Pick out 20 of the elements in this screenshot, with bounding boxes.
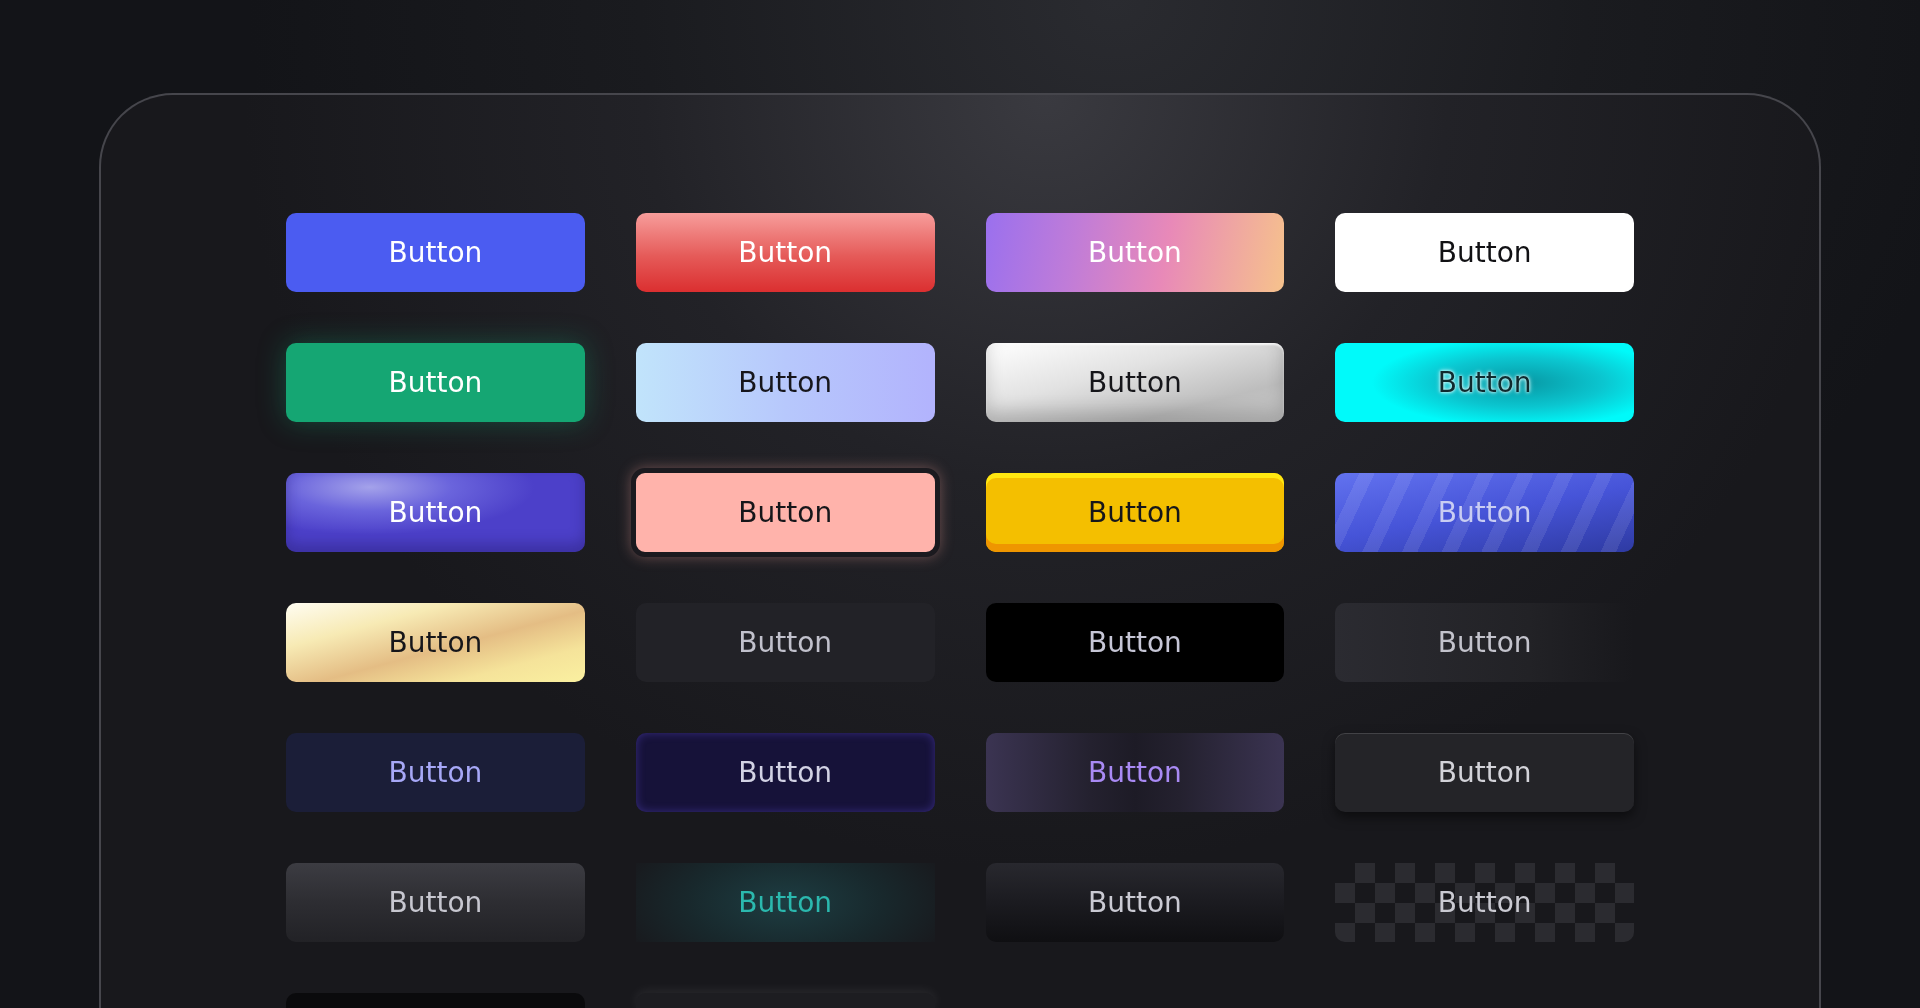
button[interactable]: Button	[635, 603, 935, 682]
button[interactable]: Button	[286, 603, 585, 682]
button[interactable]: Button	[985, 343, 1285, 422]
button[interactable]: Button	[635, 343, 935, 422]
button[interactable]: Button	[1335, 473, 1634, 552]
button[interactable]: Button	[985, 473, 1285, 552]
button[interactable]: Button	[985, 733, 1285, 812]
button[interactable]: Button	[286, 213, 585, 292]
button[interactable]: Button	[1335, 343, 1634, 422]
button[interactable]: Button	[1335, 213, 1634, 292]
button[interactable]: Button	[635, 733, 935, 812]
button[interactable]: Button	[630, 468, 940, 557]
button[interactable]: Button	[286, 863, 585, 942]
button[interactable]: Button	[286, 473, 585, 552]
button[interactable]: Button	[1335, 863, 1634, 942]
button[interactable]: Button	[286, 733, 585, 812]
button[interactable]: Button	[985, 863, 1285, 942]
button[interactable]: Button	[635, 863, 935, 942]
button[interactable]: Button	[985, 603, 1285, 682]
button[interactable]: Button	[1335, 733, 1634, 812]
